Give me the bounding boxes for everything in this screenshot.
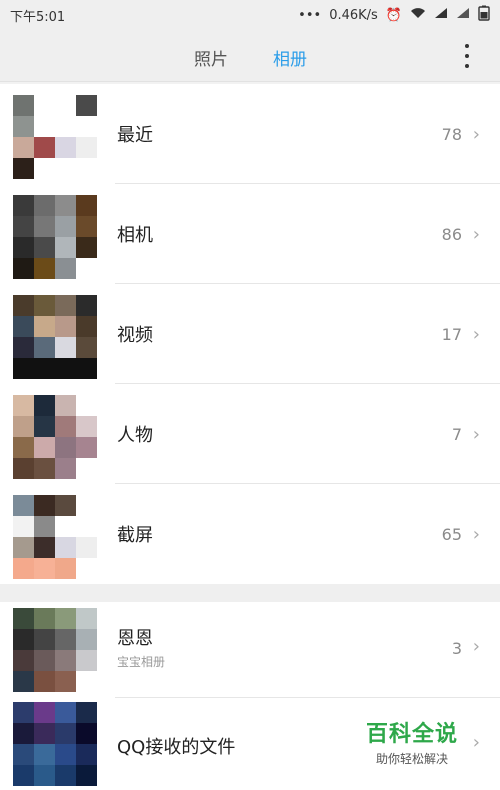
chevron-right-icon: › — [472, 636, 480, 657]
app-bar: 照片 相册 — [0, 30, 500, 82]
chevron-right-icon: › — [472, 223, 480, 245]
album-subtitle: 宝宝相册 — [117, 655, 166, 669]
status-bar: 下午5:01 ••• 0.46K/s ⏰ — [0, 0, 500, 30]
wifi-icon — [410, 7, 426, 23]
chevron-right-icon: › — [472, 123, 480, 145]
tab-albums[interactable]: 相册 — [273, 45, 307, 70]
section-gap — [0, 584, 500, 602]
album-thumbnail — [13, 702, 97, 786]
chevron-right-icon: › — [472, 423, 480, 445]
album-row-recent[interactable]: 最近 78 › — [0, 84, 500, 184]
album-count: 65 — [441, 524, 462, 544]
watermark-title: 百科全说 — [366, 722, 459, 747]
status-dots: ••• — [298, 7, 322, 23]
album-thumbnail — [13, 95, 97, 179]
album-name: 恩恩 — [117, 628, 153, 649]
album-row-screenshots[interactable]: 截屏 65 › — [0, 484, 500, 584]
alarm-icon: ⏰ — [385, 7, 402, 23]
album-name: 人物 — [117, 425, 153, 446]
chevron-right-icon: › — [472, 732, 480, 753]
signal-2-icon — [456, 7, 470, 23]
watermark: 百科全说 助你轻松解决 — [366, 716, 458, 767]
album-row-enen[interactable]: 恩恩 宝宝相册 3 › — [0, 602, 500, 698]
signal-icon — [434, 7, 448, 23]
network-speed: 0.46K/s — [329, 7, 378, 23]
album-thumbnail — [13, 608, 97, 692]
album-count: 3 — [451, 639, 462, 658]
battery-icon — [478, 5, 490, 25]
more-options-icon[interactable] — [464, 44, 470, 68]
album-row-camera[interactable]: 相机 86 › — [0, 184, 500, 284]
album-row-people[interactable]: 人物 7 › — [0, 384, 500, 484]
album-count: 7 — [451, 424, 462, 444]
album-name: 最近 — [117, 125, 153, 146]
album-row-video[interactable]: 视频 17 › — [0, 284, 500, 384]
status-time: 下午5:01 — [10, 9, 66, 25]
album-name: 相机 — [117, 225, 153, 246]
album-thumbnail — [13, 495, 97, 579]
album-count: 86 — [441, 224, 462, 244]
album-list: 最近 78 › 相机 86 › 视频 17 › 人物 7 › 截屏 65 › — [0, 84, 500, 584]
album-count: 78 — [441, 124, 462, 144]
tab-photos[interactable]: 照片 — [194, 45, 228, 70]
album-thumbnail — [13, 295, 97, 379]
status-right: ••• 0.46K/s ⏰ — [298, 5, 490, 25]
album-name: 视频 — [117, 325, 153, 346]
album-name: 截屏 — [117, 525, 153, 546]
chevron-right-icon: › — [472, 523, 480, 545]
chevron-right-icon: › — [472, 323, 480, 345]
album-name: QQ接收的文件 — [117, 737, 236, 758]
album-thumbnail — [13, 395, 97, 479]
watermark-subtitle: 助你轻松解决 — [376, 752, 449, 766]
album-count: 17 — [441, 324, 462, 344]
album-thumbnail — [13, 195, 97, 279]
